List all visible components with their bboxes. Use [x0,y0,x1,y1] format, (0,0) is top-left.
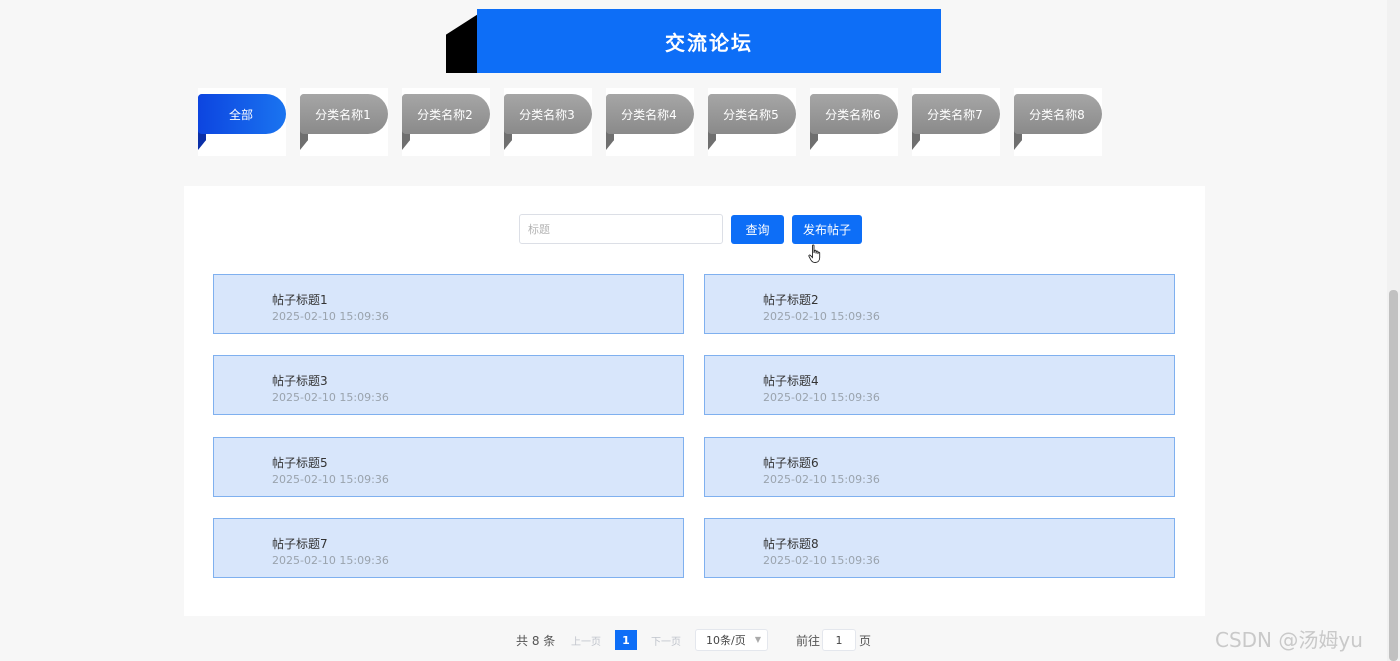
category-tab-label: 分类名称5 [708,94,796,134]
next-page-button[interactable]: 下一页 [651,633,681,648]
post-card[interactable]: 帖子标题4 2025-02-10 15:09:36 [704,355,1175,415]
hand-pointer-icon [808,244,821,263]
category-tab-1[interactable]: 分类名称1 [300,88,388,156]
post-time: 2025-02-10 15:09:36 [763,391,880,404]
category-tab-all[interactable]: 全部 [198,88,286,156]
post-time: 2025-02-10 15:09:36 [763,554,880,567]
pagination-total: 共 8 条 [516,634,556,648]
post-card[interactable]: 帖子标题3 2025-02-10 15:09:36 [213,355,684,415]
post-title: 帖子标题8 [763,537,819,551]
post-card[interactable]: 帖子标题2 2025-02-10 15:09:36 [704,274,1175,334]
category-tab-4[interactable]: 分类名称4 [606,88,694,156]
category-tab-label: 分类名称2 [402,94,490,134]
post-time: 2025-02-10 15:09:36 [763,473,880,486]
post-title: 帖子标题3 [272,374,328,388]
page-number-current[interactable]: 1 [615,630,637,650]
post-card[interactable]: 帖子标题8 2025-02-10 15:09:36 [704,518,1175,578]
page-unit-label: 页 [859,634,872,648]
post-title: 帖子标题1 [272,293,328,307]
post-card[interactable]: 帖子标题5 2025-02-10 15:09:36 [213,437,684,497]
category-tab-5[interactable]: 分类名称5 [708,88,796,156]
post-time: 2025-02-10 15:09:36 [272,554,389,567]
category-tab-label: 分类名称8 [1014,94,1102,134]
category-tab-8[interactable]: 分类名称8 [1014,88,1102,156]
post-title: 帖子标题5 [272,456,328,470]
post-time: 2025-02-10 15:09:36 [272,391,389,404]
page-size-value: 10条/页 [706,634,746,647]
query-button[interactable]: 查询 [731,215,784,244]
category-tab-7[interactable]: 分类名称7 [912,88,1000,156]
post-card[interactable]: 帖子标题6 2025-02-10 15:09:36 [704,437,1175,497]
publish-post-button[interactable]: 发布帖子 [792,215,862,244]
forum-banner: 交流论坛 [446,9,941,73]
post-title: 帖子标题6 [763,456,819,470]
category-tab-3[interactable]: 分类名称3 [504,88,592,156]
page-title: 交流论坛 [477,9,941,73]
goto-page-input[interactable] [822,629,856,651]
scrollbar-thumb[interactable] [1389,290,1398,661]
post-card[interactable]: 帖子标题1 2025-02-10 15:09:36 [213,274,684,334]
post-time: 2025-02-10 15:09:36 [272,310,389,323]
page-size-select[interactable]: 10条/页 ▼ [695,629,768,651]
post-title: 帖子标题2 [763,293,819,307]
category-tab-label: 分类名称6 [810,94,898,134]
chevron-down-icon: ▼ [754,635,761,644]
post-title: 帖子标题7 [272,537,328,551]
category-tab-label: 分类名称3 [504,94,592,134]
post-title: 帖子标题4 [763,374,819,388]
category-tab-label: 全部 [198,94,286,134]
goto-label: 前往 [796,634,821,648]
category-tab-6[interactable]: 分类名称6 [810,88,898,156]
post-card[interactable]: 帖子标题7 2025-02-10 15:09:36 [213,518,684,578]
category-tab-2[interactable]: 分类名称2 [402,88,490,156]
post-time: 2025-02-10 15:09:36 [763,310,880,323]
category-tab-label: 分类名称1 [300,94,388,134]
prev-page-button[interactable]: 上一页 [571,633,601,648]
title-search-input[interactable] [519,214,723,244]
category-tab-label: 分类名称7 [912,94,1000,134]
post-time: 2025-02-10 15:09:36 [272,473,389,486]
category-tab-label: 分类名称4 [606,94,694,134]
csdn-watermark: CSDN @汤姆yu [1215,628,1363,652]
